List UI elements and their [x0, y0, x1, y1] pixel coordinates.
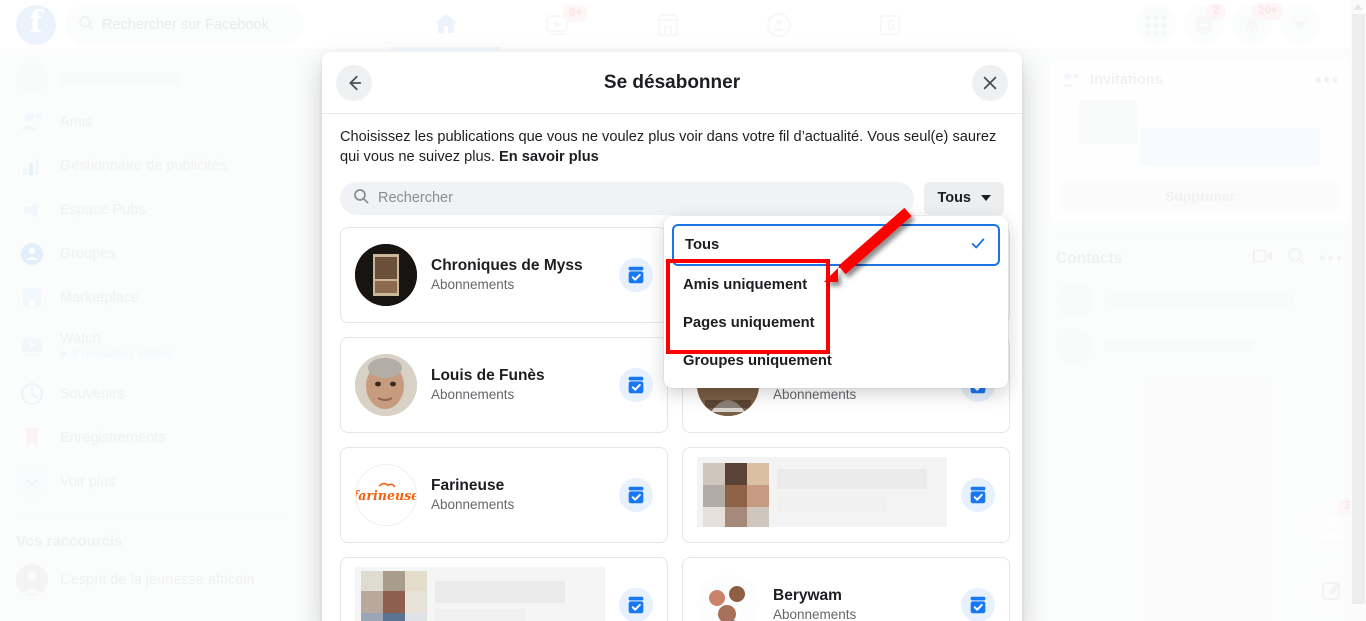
modal-description-text: Choisissez les publications que vous ne … [340, 129, 997, 165]
unfollow-checkbox[interactable] [619, 367, 653, 402]
avatar: farineuse [355, 463, 417, 526]
avatar [697, 573, 759, 621]
list-item[interactable] [682, 446, 1010, 543]
avatar [355, 243, 417, 306]
back-arrow-icon[interactable] [336, 64, 372, 101]
list-item-subtitle: Abonnements [431, 277, 515, 293]
list-item[interactable]: Louis de Funès Abonnements [340, 336, 668, 433]
unfollow-checkbox[interactable] [619, 587, 653, 621]
dropdown-option-pages-uniquement[interactable]: Pages uniquement [672, 304, 1000, 342]
page-title: Se désabonner [603, 71, 741, 93]
list-item-subtitle: Abonnements [431, 387, 515, 403]
list-item-name: Chroniques de Myss [431, 257, 583, 275]
list-item-name: Farineuse [431, 477, 505, 495]
learn-more-link[interactable]: En savoir plus [499, 149, 599, 165]
checkmark-icon [969, 234, 987, 256]
search-placeholder: Rechercher [378, 190, 453, 207]
list-item-info: Berywam Abonnements [773, 587, 947, 621]
list-item[interactable]: farineuse Farineuse Abonnements [340, 446, 668, 543]
avatar [355, 353, 417, 416]
filter-dropdown-button[interactable]: Tous [924, 181, 1004, 215]
close-x-icon[interactable] [972, 64, 1008, 101]
list-item-name: Berywam [773, 587, 842, 605]
dropdown-option-groupes-uniquement[interactable]: Groupes uniquement [672, 342, 1000, 380]
list-item[interactable]: Berywam Abonnements [682, 556, 1010, 621]
list-item[interactable]: Chroniques de Myss Abonnements [340, 226, 668, 323]
modal-header: Se désabonner [322, 52, 1022, 114]
list-item-subtitle: Abonnements [431, 497, 515, 513]
caret-down-icon [981, 195, 991, 202]
dropdown-option-label: Amis uniquement [683, 277, 808, 293]
filter-dropdown-label: Tous [937, 190, 971, 207]
dropdown-option-label: Pages uniquement [683, 315, 815, 331]
dropdown-option-label: Groupes uniquement [683, 353, 832, 369]
search-icon [353, 188, 369, 208]
list-item[interactable] [340, 556, 668, 621]
svg-text:farineuse: farineuse [356, 488, 416, 503]
unfollow-checkbox[interactable] [961, 587, 995, 621]
list-item-info: Louis de Funès Abonnements [431, 367, 605, 402]
list-item-name: Louis de Funès [431, 367, 545, 385]
list-item-blurred-content [697, 457, 947, 532]
unfollow-checkbox[interactable] [961, 477, 995, 512]
unfollow-checkbox[interactable] [619, 477, 653, 512]
list-item-info: Farineuse Abonnements [431, 477, 605, 512]
list-item-info: Chroniques de Myss Abonnements [431, 257, 605, 292]
dropdown-option-label: Tous [685, 237, 720, 253]
red-arrow-annotation [824, 207, 912, 282]
modal-description: Choisissez les publications que vous ne … [322, 114, 1022, 172]
unfollow-checkbox[interactable] [619, 257, 653, 292]
list-item-subtitle: Abonnements [773, 387, 857, 403]
list-item-subtitle: Abonnements [773, 607, 857, 621]
list-item-blurred-content [355, 567, 605, 621]
